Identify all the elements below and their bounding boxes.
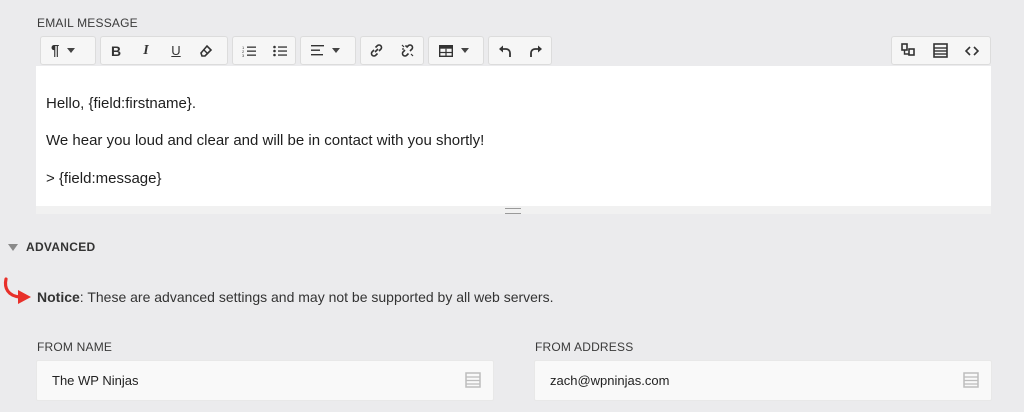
link-group (360, 36, 424, 65)
svg-text:3: 3 (242, 53, 245, 57)
history-group (488, 36, 552, 65)
chevron-down-icon (461, 48, 469, 53)
align-dropdown[interactable] (300, 36, 356, 65)
bold-button[interactable]: B (101, 37, 131, 64)
merge-tag-list-icon[interactable] (465, 372, 481, 388)
body-line-field: > {field:message} (46, 170, 162, 187)
notice-label: Notice (37, 289, 80, 305)
insert-link-button[interactable] (361, 37, 392, 64)
editor-toolbar: ¶ B I U 123 (40, 36, 991, 65)
italic-label: I (143, 42, 149, 58)
merge-tags-icon (900, 43, 915, 56)
undo-icon (498, 45, 511, 57)
list-icon (932, 43, 948, 58)
ordered-list-button[interactable]: 123 (233, 37, 264, 64)
eraser-icon (200, 44, 213, 57)
italic-button[interactable]: I (131, 37, 161, 64)
resize-handle[interactable] (36, 206, 991, 214)
underline-label: U (171, 43, 181, 58)
list-group: 123 (232, 36, 296, 65)
bold-label: B (110, 42, 122, 59)
chevron-down-icon (332, 48, 340, 53)
redo-icon (529, 45, 542, 57)
advanced-notice: Notice: These are advanced settings and … (37, 289, 553, 305)
from-name-field[interactable]: The WP Ninjas (36, 360, 494, 401)
undo-button[interactable] (489, 37, 520, 64)
merge-tags-button[interactable] (892, 37, 924, 64)
email-message-label: EMAIL MESSAGE (37, 16, 138, 30)
paragraph-icon: ¶ (41, 37, 59, 64)
from-address-label: FROM ADDRESS (535, 340, 634, 354)
grip-icon (505, 208, 521, 214)
body-line-message: We hear you loud and clear and will be i… (46, 132, 485, 149)
ordered-list-icon: 123 (242, 45, 256, 57)
table-dropdown[interactable] (428, 36, 484, 65)
from-address-field[interactable]: zach@wpninjas.com (534, 360, 992, 401)
from-address-value: zach@wpninjas.com (550, 373, 670, 388)
bullet-list-button[interactable] (264, 37, 295, 64)
advanced-section-title[interactable]: ADVANCED (26, 240, 96, 254)
from-name-value: The WP Ninjas (52, 373, 139, 388)
align-left-icon (301, 37, 324, 64)
link-icon (370, 44, 383, 57)
notice-text: : These are advanced settings and may no… (79, 289, 554, 305)
clear-formatting-button[interactable] (191, 37, 221, 64)
format-dropdown[interactable]: ¶ (40, 36, 96, 65)
remove-link-button[interactable] (392, 37, 423, 64)
code-view-button[interactable] (956, 37, 988, 64)
unlink-icon (401, 44, 414, 57)
redo-button[interactable] (520, 37, 551, 64)
from-name-label: FROM NAME (37, 340, 113, 354)
collapse-triangle-icon[interactable] (8, 244, 18, 251)
email-message-editor[interactable]: Hello, {field:firstname}. We hear you lo… (36, 66, 991, 214)
text-style-group: B I U (100, 36, 228, 65)
underline-button[interactable]: U (161, 37, 191, 64)
merge-tag-list-icon[interactable] (963, 372, 979, 388)
form-fields-button[interactable] (924, 37, 956, 64)
body-line-greeting: Hello, {field:firstname}. (46, 95, 197, 112)
red-arrow-icon (3, 277, 31, 304)
bullet-list-icon (272, 45, 287, 56)
right-tools-group (891, 36, 991, 65)
table-icon (429, 37, 453, 64)
paragraph-symbol: ¶ (51, 42, 60, 59)
code-icon (965, 45, 979, 56)
chevron-down-icon (67, 48, 76, 53)
